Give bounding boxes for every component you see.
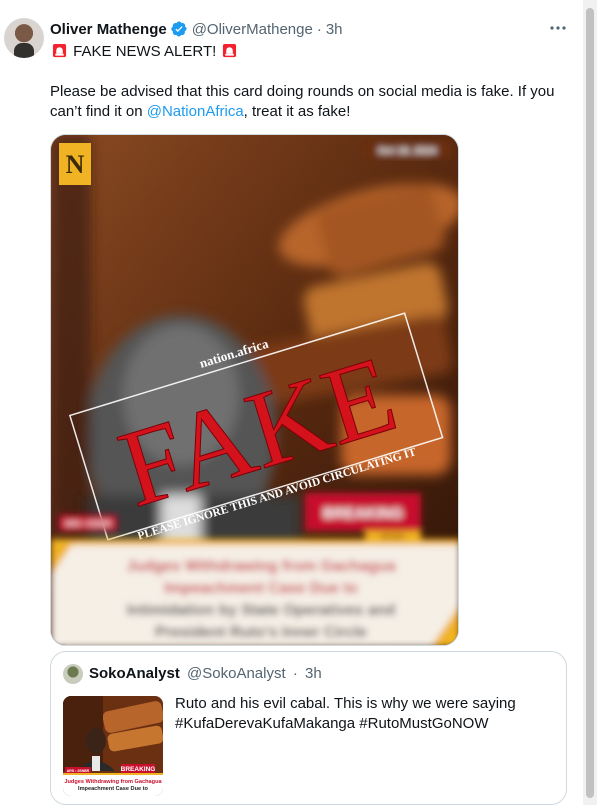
media-headline-line4: President Ruto's Inner Circle xyxy=(155,624,368,641)
author-display-name[interactable]: Oliver Mathenge xyxy=(50,21,167,38)
siren-icon xyxy=(223,43,237,58)
quoted-author-avatar[interactable] xyxy=(63,664,83,684)
quoted-tweet-header: SokoAnalyst @SokoAnalyst · 3h xyxy=(89,665,322,682)
breaking-label: BREAKING xyxy=(323,505,403,522)
body-text-after: , treat it as fake! xyxy=(243,103,351,120)
quoted-text-hashtags[interactable]: #KufaDerevaKufaMakanga #RutoMustGoNOW xyxy=(175,714,555,734)
siren-icon xyxy=(52,43,67,58)
mention-link[interactable]: @NationAfrica xyxy=(147,103,244,120)
tweet-media-image[interactable]: N Oct 18, 2024 nation.africa FAKE PLEASE… xyxy=(50,134,459,646)
media-date-chip: Oct 18, 2024 xyxy=(378,146,437,157)
more-icon[interactable] xyxy=(548,18,568,38)
quoted-thumb-headline2: Impeachment Case Due to xyxy=(78,786,149,792)
scrollbar-thumb[interactable] xyxy=(586,8,594,798)
media-headline-line3: Intimidation by State Operatives and xyxy=(127,602,396,619)
header-separator: · xyxy=(316,20,322,38)
quoted-author-name[interactable]: SokoAnalyst xyxy=(89,665,180,682)
quoted-tweet-text: Ruto and his evil cabal. This is why we … xyxy=(175,694,555,734)
tweet-timestamp[interactable]: 3h xyxy=(326,21,343,38)
quoted-tweet[interactable]: SokoAnalyst @SokoAnalyst · 3h BREAKING A… xyxy=(50,651,567,805)
quoted-thumb-breaking: BREAKING xyxy=(121,766,156,773)
media-headline-line1: Judges Withdrawing from Gachagua xyxy=(126,558,396,575)
quoted-separator: · xyxy=(292,665,298,682)
media-left-chip: DMS • 2SNBR xyxy=(65,521,111,528)
alert-text: FAKE NEWS ALERT! xyxy=(73,43,217,60)
scrollbar-track[interactable] xyxy=(583,0,597,805)
quoted-text-line1: Ruto and his evil cabal. This is why we … xyxy=(175,695,516,712)
tweet-header: Oliver Mathenge @OliverMathenge · 3h xyxy=(50,20,343,38)
quoted-timestamp[interactable]: 3h xyxy=(305,665,322,682)
media-logo: N xyxy=(66,150,85,179)
tweet-text-body: Please be advised that this card doing r… xyxy=(50,82,575,122)
tweet-frame: Oliver Mathenge @OliverMathenge · 3h FAK… xyxy=(0,0,583,805)
quoted-thumb-chip: ARS • 2SNBR xyxy=(67,769,90,773)
author-avatar[interactable] xyxy=(4,18,44,58)
tweet-text-line1: FAKE NEWS ALERT! xyxy=(50,42,575,62)
quoted-thumbnail[interactable]: BREAKING ARS • 2SNBR Judges Withdrawing … xyxy=(63,696,163,796)
author-handle[interactable]: @OliverMathenge xyxy=(192,21,313,38)
verified-badge-icon xyxy=(171,21,187,37)
quoted-thumb-headline1: Judges Withdrawing from Gachagua xyxy=(64,779,162,785)
media-headline-line2: Impeachment Case Due to xyxy=(164,580,358,597)
quoted-author-handle[interactable]: @SokoAnalyst xyxy=(187,665,286,682)
